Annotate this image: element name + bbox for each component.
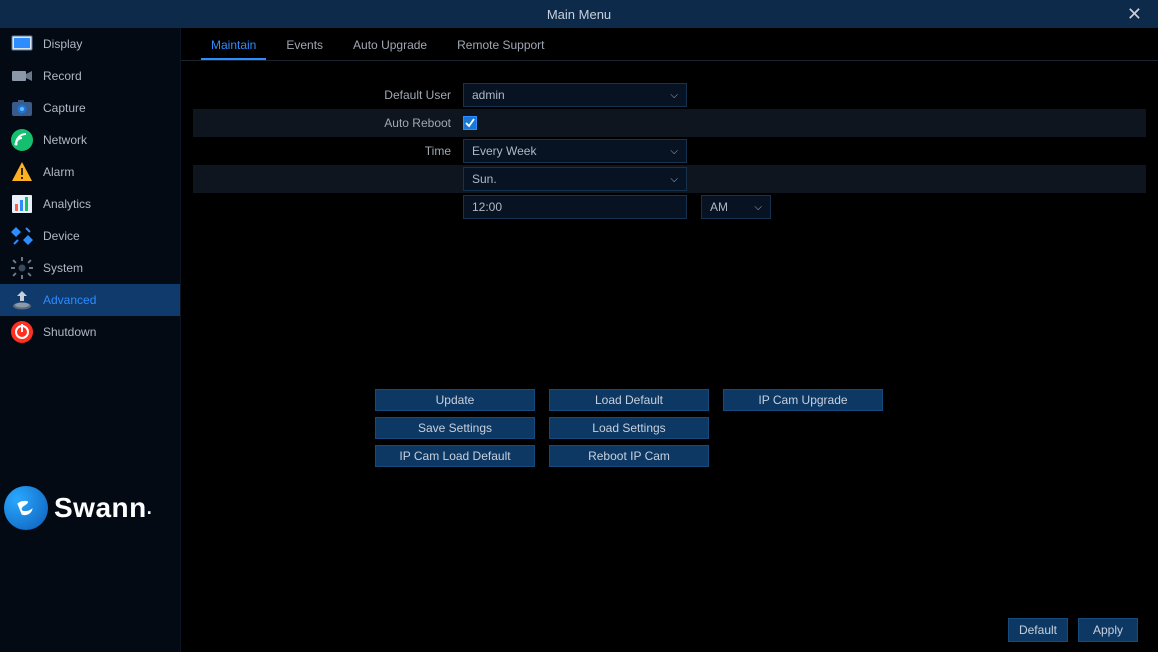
label-time: Time: [193, 144, 463, 158]
analytics-icon: [10, 192, 34, 216]
network-icon: [10, 128, 34, 152]
form-area: Default User admin ⌵ Auto Reboot Time Ev…: [181, 61, 1158, 221]
tabs: Maintain Events Auto Upgrade Remote Supp…: [181, 28, 1158, 61]
row-auto-reboot: Auto Reboot: [193, 109, 1146, 137]
alarm-icon: [10, 160, 34, 184]
select-ampm[interactable]: AM ⌵: [701, 195, 771, 219]
brand-logo: Swann.: [4, 486, 152, 530]
sidebar-item-label: Analytics: [43, 197, 91, 211]
select-time-frequency[interactable]: Every Week ⌵: [463, 139, 687, 163]
sidebar-item-label: Shutdown: [43, 325, 96, 339]
sidebar-item-label: Record: [43, 69, 82, 83]
row-time: Time Every Week ⌵: [193, 137, 1146, 165]
select-value: Every Week: [472, 144, 536, 158]
record-icon: [10, 64, 34, 88]
sidebar-item-advanced[interactable]: Advanced: [0, 284, 180, 316]
footer-buttons: Default Apply: [998, 618, 1138, 642]
select-default-user[interactable]: admin ⌵: [463, 83, 687, 107]
sidebar-item-shutdown[interactable]: Shutdown: [0, 316, 180, 348]
load-default-button[interactable]: Load Default: [549, 389, 709, 411]
sidebar-item-label: Display: [43, 37, 82, 51]
select-value: Sun.: [472, 172, 497, 186]
select-value: admin: [472, 88, 505, 102]
brand-text: Swann: [54, 492, 147, 524]
input-clock[interactable]: [463, 195, 687, 219]
default-button[interactable]: Default: [1008, 618, 1068, 642]
device-icon: [10, 224, 34, 248]
ip-cam-upgrade-button[interactable]: IP Cam Upgrade: [723, 389, 883, 411]
sidebar-item-display[interactable]: Display: [0, 28, 180, 60]
save-settings-button[interactable]: Save Settings: [375, 417, 535, 439]
sidebar-item-label: Network: [43, 133, 87, 147]
system-icon: [10, 256, 34, 280]
tab-maintain[interactable]: Maintain: [201, 34, 266, 60]
chevron-down-icon: ⌵: [670, 174, 678, 185]
sidebar: Display Record Capture Network Alarm: [0, 28, 181, 652]
select-day[interactable]: Sun. ⌵: [463, 167, 687, 191]
sidebar-item-label: Device: [43, 229, 80, 243]
sidebar-item-capture[interactable]: Capture: [0, 92, 180, 124]
content-area: Maintain Events Auto Upgrade Remote Supp…: [181, 28, 1158, 652]
chevron-down-icon: ⌵: [754, 202, 762, 213]
sidebar-item-record[interactable]: Record: [0, 60, 180, 92]
brand-icon: [4, 486, 48, 530]
sidebar-item-label: System: [43, 261, 83, 275]
sidebar-item-label: Capture: [43, 101, 86, 115]
advanced-icon: [10, 288, 34, 312]
row-default-user: Default User admin ⌵: [193, 81, 1146, 109]
title-text: Main Menu: [547, 7, 611, 22]
chevron-down-icon: ⌵: [670, 90, 678, 101]
sidebar-item-system[interactable]: System: [0, 252, 180, 284]
label-default-user: Default User: [193, 88, 463, 102]
action-button-grid: Update Load Default IP Cam Upgrade Save …: [375, 389, 1158, 467]
update-button[interactable]: Update: [375, 389, 535, 411]
close-icon[interactable]: ✕: [1123, 4, 1146, 25]
sidebar-item-label: Advanced: [43, 293, 96, 307]
label-auto-reboot: Auto Reboot: [193, 116, 463, 130]
capture-icon: [10, 96, 34, 120]
select-value: AM: [710, 200, 728, 214]
row-day: Sun. ⌵: [193, 165, 1146, 193]
chevron-down-icon: ⌵: [670, 146, 678, 157]
tab-events[interactable]: Events: [276, 34, 333, 60]
sidebar-item-label: Alarm: [43, 165, 74, 179]
ip-cam-load-default-button[interactable]: IP Cam Load Default: [375, 445, 535, 467]
row-clock: AM ⌵: [193, 193, 1146, 221]
tab-auto-upgrade[interactable]: Auto Upgrade: [343, 34, 437, 60]
reboot-ip-cam-button[interactable]: Reboot IP Cam: [549, 445, 709, 467]
sidebar-item-alarm[interactable]: Alarm: [0, 156, 180, 188]
sidebar-item-network[interactable]: Network: [0, 124, 180, 156]
shutdown-icon: [10, 320, 34, 344]
tab-remote-support[interactable]: Remote Support: [447, 34, 554, 60]
titlebar: Main Menu ✕: [0, 0, 1158, 28]
apply-button[interactable]: Apply: [1078, 618, 1138, 642]
display-icon: [10, 32, 34, 56]
sidebar-item-device[interactable]: Device: [0, 220, 180, 252]
sidebar-item-analytics[interactable]: Analytics: [0, 188, 180, 220]
checkbox-auto-reboot[interactable]: [463, 116, 477, 130]
load-settings-button[interactable]: Load Settings: [549, 417, 709, 439]
